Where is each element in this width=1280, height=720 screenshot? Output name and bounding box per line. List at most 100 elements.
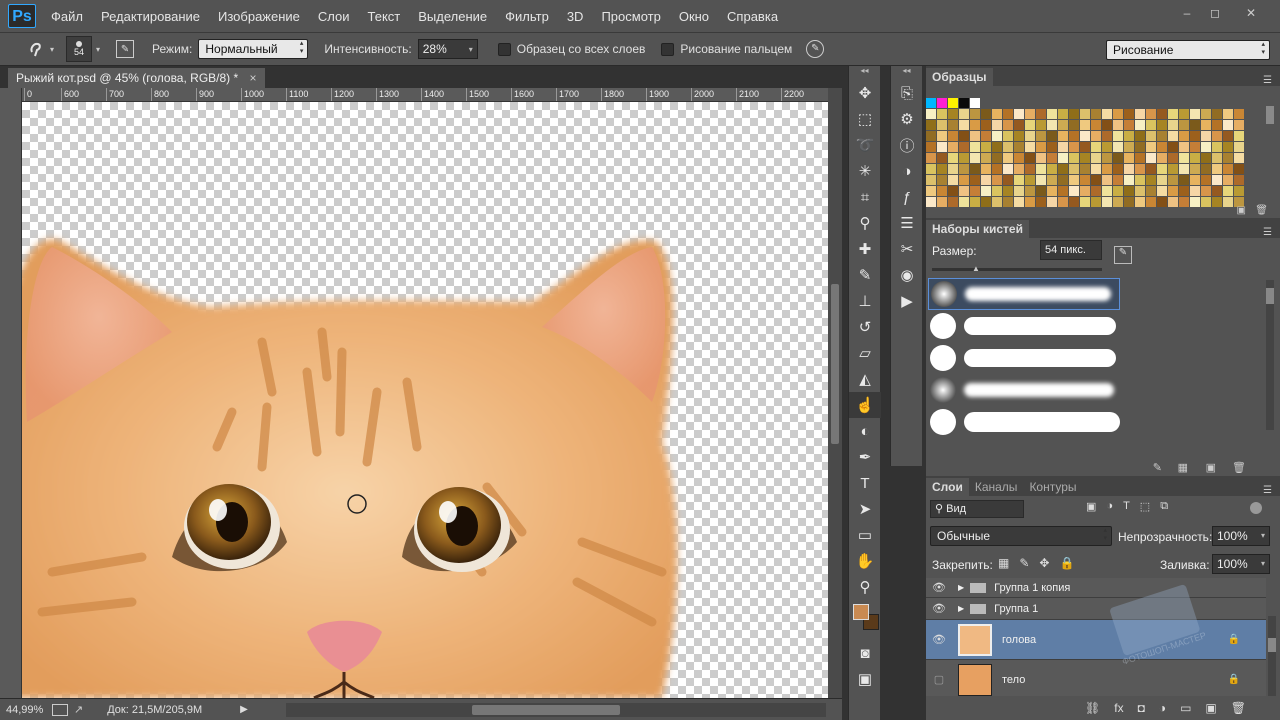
swatch[interactable] bbox=[1201, 109, 1211, 119]
swatch[interactable] bbox=[926, 197, 936, 207]
delete-brush-icon[interactable]: 🗑 bbox=[1232, 461, 1246, 474]
swatch[interactable] bbox=[1025, 197, 1035, 207]
delete-swatch-icon[interactable]: 🗑 bbox=[1255, 205, 1268, 216]
swatch[interactable] bbox=[1146, 175, 1156, 185]
swatch[interactable] bbox=[1003, 153, 1013, 163]
swatch[interactable] bbox=[1157, 153, 1167, 163]
swatch[interactable] bbox=[1157, 142, 1167, 152]
sample-all-layers-checkbox[interactable] bbox=[497, 42, 511, 56]
swatch[interactable] bbox=[1091, 131, 1101, 141]
swatch[interactable] bbox=[1036, 153, 1046, 163]
swatch[interactable] bbox=[1036, 131, 1046, 141]
smudge-tool-active-icon[interactable]: ☝ bbox=[849, 392, 881, 418]
swatch[interactable] bbox=[1124, 131, 1134, 141]
swatch[interactable] bbox=[1080, 186, 1090, 196]
foreground-color-swatch[interactable] bbox=[853, 604, 869, 620]
lock-position-icon[interactable]: ✥ bbox=[1039, 556, 1049, 570]
swatch[interactable] bbox=[959, 98, 969, 108]
brush-picker-arrow-icon[interactable]: ▾ bbox=[96, 45, 100, 54]
swatch[interactable] bbox=[1102, 186, 1112, 196]
layers-menu-icon[interactable]: ☰ bbox=[1263, 485, 1272, 496]
swatch[interactable] bbox=[937, 131, 947, 141]
swatch[interactable] bbox=[1201, 186, 1211, 196]
swatch[interactable] bbox=[1135, 186, 1145, 196]
swatch[interactable] bbox=[1080, 153, 1090, 163]
swatch[interactable] bbox=[948, 109, 958, 119]
history-panel-icon[interactable]: ⎘ bbox=[891, 80, 923, 106]
expand-arrow-icon[interactable]: ▶ bbox=[958, 604, 964, 613]
magic-wand-tool-icon[interactable]: ✳ bbox=[849, 158, 881, 184]
swatch[interactable] bbox=[970, 197, 980, 207]
swatch[interactable] bbox=[1069, 120, 1079, 130]
swatch[interactable] bbox=[1124, 153, 1134, 163]
swatch[interactable] bbox=[1223, 109, 1233, 119]
swatch[interactable] bbox=[937, 186, 947, 196]
swatch[interactable] bbox=[970, 98, 980, 108]
menu-item-5[interactable]: Выделение bbox=[409, 9, 496, 24]
swatch[interactable] bbox=[1036, 109, 1046, 119]
layer-kind-filter[interactable]: ⚲ Вид bbox=[930, 500, 1024, 518]
maximize-button[interactable]: ◻ bbox=[1204, 4, 1226, 22]
swatch[interactable] bbox=[1058, 109, 1068, 119]
brush-grid-icon[interactable]: ▦ bbox=[1178, 461, 1188, 474]
swatch[interactable] bbox=[937, 109, 947, 119]
swatch[interactable] bbox=[1113, 131, 1123, 141]
tool-presets-panel-icon[interactable]: ✂ bbox=[891, 236, 923, 262]
swatch[interactable] bbox=[1212, 186, 1222, 196]
crop-tool-icon[interactable]: ⌗ bbox=[849, 184, 881, 210]
layer-style-icon[interactable]: fx bbox=[1114, 701, 1123, 715]
swatch[interactable] bbox=[981, 197, 991, 207]
swatch[interactable] bbox=[1146, 186, 1156, 196]
swatch[interactable] bbox=[1179, 142, 1189, 152]
swatch[interactable] bbox=[1080, 120, 1090, 130]
swatch[interactable] bbox=[1025, 109, 1035, 119]
share-arrow-icon[interactable]: ↗ bbox=[74, 703, 83, 716]
brush-size-slider[interactable] bbox=[932, 268, 1102, 271]
swatch[interactable] bbox=[1058, 164, 1068, 174]
swatch[interactable] bbox=[1168, 153, 1178, 163]
swatch[interactable] bbox=[959, 164, 969, 174]
menu-item-0[interactable]: Файл bbox=[42, 9, 92, 24]
document-tab[interactable]: Рыжий кот.psd @ 45% (голова, RGB/8) * × bbox=[8, 68, 265, 88]
brush-list-scrollbar[interactable] bbox=[1266, 280, 1274, 430]
screen-mode-icon[interactable]: ▣ bbox=[849, 666, 881, 692]
swatch[interactable] bbox=[1036, 175, 1046, 185]
swatch[interactable] bbox=[1113, 175, 1123, 185]
swatch[interactable] bbox=[1124, 186, 1134, 196]
dodge-tool-icon[interactable]: ◐ bbox=[849, 418, 881, 444]
filter-pixel-icon[interactable]: ▣ bbox=[1086, 500, 1096, 513]
adjustments-panel-icon[interactable]: ◑ bbox=[891, 158, 923, 184]
opacity-dropdown-icon[interactable]: ▾ bbox=[1261, 527, 1265, 545]
swatch[interactable] bbox=[1113, 164, 1123, 174]
swatch[interactable] bbox=[1157, 131, 1167, 141]
swatch[interactable] bbox=[970, 153, 980, 163]
eyedropper-tool-icon[interactable]: ⚲ bbox=[849, 210, 881, 236]
swatch[interactable] bbox=[1157, 164, 1167, 174]
swatch[interactable] bbox=[1036, 142, 1046, 152]
swatch[interactable] bbox=[981, 120, 991, 130]
swatch[interactable] bbox=[1223, 186, 1233, 196]
swatch[interactable] bbox=[1234, 164, 1244, 174]
eraser-tool-icon[interactable]: ▱ bbox=[849, 340, 881, 366]
swatch[interactable] bbox=[1047, 164, 1057, 174]
swatches-menu-icon[interactable]: ☰ bbox=[1263, 75, 1272, 86]
swatch[interactable] bbox=[1069, 153, 1079, 163]
swatch[interactable] bbox=[1190, 175, 1200, 185]
swatch[interactable] bbox=[1168, 175, 1178, 185]
swatch[interactable] bbox=[1025, 131, 1035, 141]
swatch[interactable] bbox=[1234, 175, 1244, 185]
close-window-button[interactable]: ✕ bbox=[1240, 4, 1262, 22]
lock-pixels-icon[interactable]: ✎ bbox=[1019, 556, 1029, 570]
swatch[interactable] bbox=[1223, 164, 1233, 174]
swatch[interactable] bbox=[926, 142, 936, 152]
swatch[interactable] bbox=[1058, 197, 1068, 207]
layer-head-selected[interactable]: 👁 голова 🔒 bbox=[926, 620, 1266, 660]
swatch[interactable] bbox=[1190, 120, 1200, 130]
swatch[interactable] bbox=[1201, 197, 1211, 207]
swatch[interactable] bbox=[959, 120, 969, 130]
swatch[interactable] bbox=[948, 186, 958, 196]
swatch[interactable] bbox=[1113, 153, 1123, 163]
swatch[interactable] bbox=[992, 186, 1002, 196]
new-swatch-icon[interactable]: ▣ bbox=[1237, 205, 1246, 216]
swatch[interactable] bbox=[1212, 109, 1222, 119]
